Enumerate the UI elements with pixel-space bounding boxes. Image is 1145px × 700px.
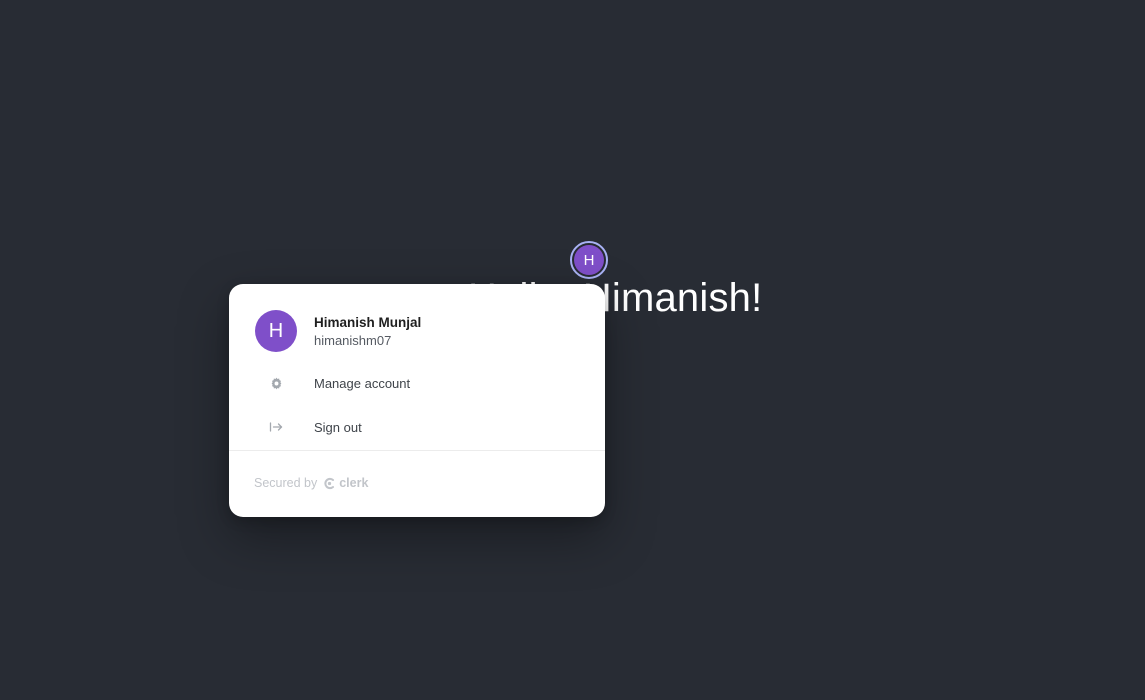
profile-username: himanishm07 xyxy=(314,332,392,348)
gear-icon xyxy=(266,373,286,393)
sign-out-button[interactable]: Sign out xyxy=(229,407,605,447)
sign-out-icon xyxy=(266,417,286,437)
popover-divider xyxy=(229,450,605,451)
profile-name: Himanish Munjal xyxy=(314,314,422,330)
user-menu-popover: H Himanish Munjal himanishm07 Manage acc… xyxy=(229,284,605,517)
secured-by-footer: Secured by clerk xyxy=(254,476,368,490)
manage-account-label: Manage account xyxy=(314,375,411,391)
app-page: Hello, Himanish! H H Himanish Munjal him… xyxy=(0,0,1145,700)
clerk-logo-icon xyxy=(323,477,336,490)
manage-account-button[interactable]: Manage account xyxy=(229,363,605,403)
profile-avatar: H xyxy=(255,310,297,352)
secured-by-text: Secured by xyxy=(254,476,318,490)
user-avatar-button[interactable]: H xyxy=(570,241,608,279)
clerk-brand-link[interactable]: clerk xyxy=(323,476,368,490)
clerk-wordmark: clerk xyxy=(339,476,369,490)
user-avatar-initial: H xyxy=(574,245,604,275)
sign-out-label: Sign out xyxy=(314,419,362,435)
profile-text: Himanish Munjal himanishm07 xyxy=(314,314,421,349)
profile-summary: H Himanish Munjal himanishm07 xyxy=(255,310,421,352)
